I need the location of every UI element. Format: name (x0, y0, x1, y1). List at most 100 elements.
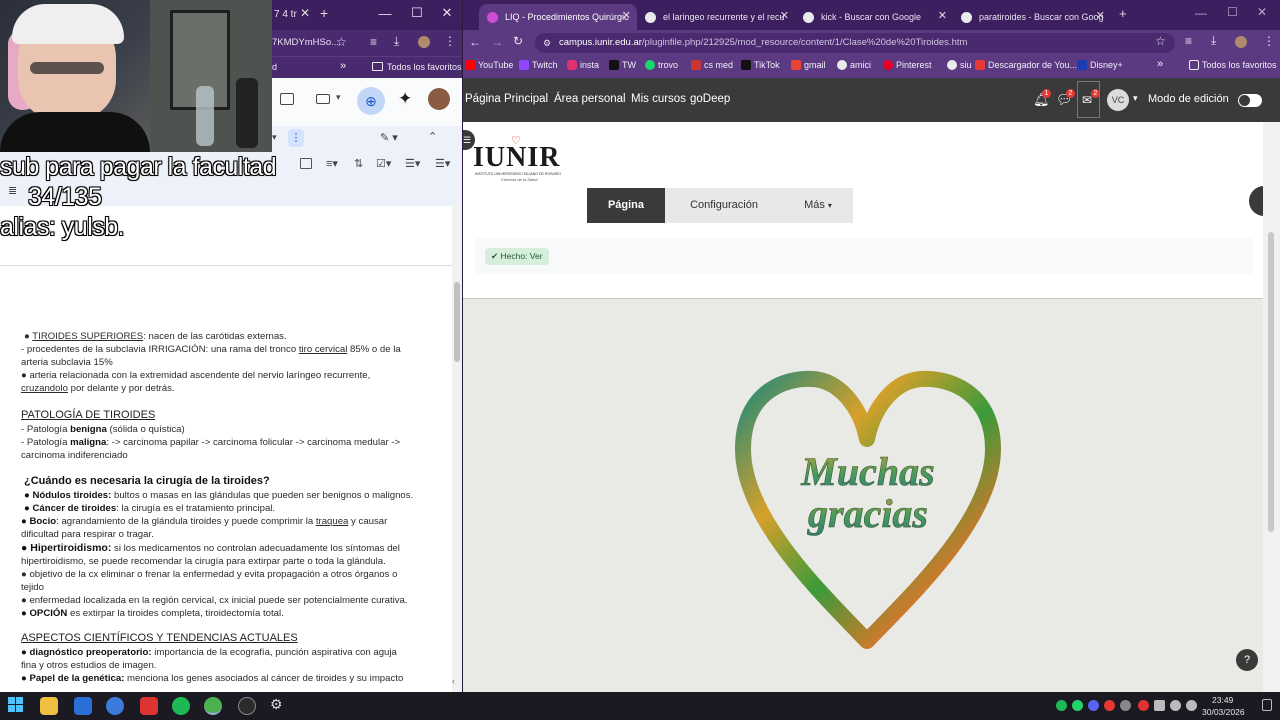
bookmark-csmed[interactable]: cs med (691, 60, 733, 70)
tab-mas[interactable]: Más ▾ (783, 188, 853, 223)
tab-paratiroides[interactable]: paratiroides - Buscar con Goog ✕ (953, 4, 1111, 30)
tab-laringeo[interactable]: el laringeo recurrente y el recu ✕ (637, 4, 795, 30)
tray-mic-icon[interactable] (1154, 700, 1165, 711)
tray-discord-icon[interactable] (1088, 700, 1099, 711)
comment-icon[interactable] (280, 93, 294, 105)
close-icon[interactable]: ✕ (780, 9, 789, 22)
nav-godeep[interactable]: goDeep (690, 93, 730, 105)
profile-avatar-icon[interactable] (1235, 36, 1247, 48)
nav-home[interactable]: Página Principal (465, 93, 548, 105)
media-icon[interactable]: ≡ (370, 35, 377, 49)
windows-start-icon[interactable] (8, 697, 24, 713)
maximize-icon[interactable]: ☐ (1227, 5, 1238, 19)
close-icon[interactable]: ✕ (622, 9, 631, 22)
url-input[interactable]: ⚙ campus.iunir.edu.ar/pluginfile.php/212… (535, 33, 1175, 53)
bookmark-tw[interactable]: TW (609, 60, 636, 70)
align-icon[interactable]: ≡▾ (326, 157, 338, 170)
scrollbar-thumb[interactable] (454, 282, 460, 362)
line-spacing-icon[interactable]: ⇅ (354, 157, 363, 170)
new-tab-icon[interactable]: + (320, 5, 328, 21)
bookmarks-overflow-icon[interactable]: » (340, 60, 346, 72)
chevron-down-icon[interactable]: ▾ (1133, 93, 1138, 104)
page-scrollbar[interactable] (1263, 122, 1280, 692)
left-tab-fragment[interactable]: 7 4 tr (274, 9, 297, 20)
bookmarks-overflow-icon[interactable]: » (1157, 58, 1163, 70)
bookmark-youtube[interactable]: YouTube (465, 60, 513, 70)
tab-configuracion[interactable]: Configuración (665, 188, 783, 223)
numbered-list-icon[interactable]: ☰▾ (435, 157, 450, 170)
nav-dashboard[interactable]: Área personal (554, 93, 626, 105)
scrollbar-thumb[interactable] (1268, 232, 1274, 532)
download-icon[interactable]: ⤓ (394, 34, 399, 49)
collapse-side-icon[interactable]: ‹ (452, 676, 455, 686)
collapse-icon[interactable]: ⌃ (428, 130, 437, 143)
bookmark-tiktok[interactable]: TikTok (741, 60, 780, 70)
download-icon[interactable]: ⤓ (1211, 33, 1216, 48)
media-app-icon[interactable] (140, 697, 158, 715)
tray-whatsapp-icon[interactable] (1072, 700, 1083, 711)
tab-pagina[interactable]: Página (587, 188, 665, 223)
all-bookmarks-folder[interactable]: Todos los favoritos (387, 62, 462, 72)
store-icon[interactable] (74, 697, 92, 715)
minimize-icon[interactable]: — (370, 6, 400, 21)
menu-dots-icon[interactable]: ⋮ (1263, 34, 1275, 48)
share-icon[interactable]: ⊕ (357, 87, 385, 115)
bookmark-insta[interactable]: insta (567, 60, 599, 70)
obs-icon[interactable] (238, 697, 256, 715)
bookmark-amici[interactable]: amici (837, 60, 871, 70)
iunir-logo[interactable]: ♡ IUNIR INSTITUTO UNIVERSITARIO ITALIANO… (473, 132, 561, 182)
forward-icon[interactable]: → (491, 35, 503, 49)
close-icon[interactable]: ✕ (300, 6, 310, 20)
more-options-icon[interactable]: ⋮ (288, 129, 304, 147)
bookmark-fragment[interactable]: d (272, 62, 277, 72)
reload-icon[interactable]: ↻ (513, 34, 523, 48)
bookmark-disney[interactable]: Disney+ (1077, 60, 1123, 70)
done-badge[interactable]: ✔ Hecho: Ver (485, 248, 549, 265)
chevron-down-icon[interactable]: ▾ (336, 92, 341, 103)
close-icon[interactable]: ✕ (938, 9, 947, 22)
bookmark-descargador[interactable]: Descargador de You... (975, 60, 1077, 70)
star-icon[interactable]: ☆ (1155, 34, 1166, 48)
tray-app-icon[interactable] (1120, 700, 1131, 711)
chevron-down-icon[interactable]: ▾ (272, 132, 277, 143)
chrome-icon[interactable] (204, 697, 222, 715)
nav-my-courses[interactable]: Mis cursos (631, 93, 686, 105)
meet-icon[interactable] (316, 94, 330, 104)
user-avatar[interactable] (428, 88, 450, 110)
tray-spotify-icon[interactable] (1056, 700, 1067, 711)
left-url-fragment[interactable]: 7KMDYmHSo... (272, 37, 339, 48)
tray-volume-icon[interactable] (1186, 700, 1197, 711)
edit-pencil-icon[interactable]: ✎ ▾ (380, 131, 398, 144)
bullet-list-icon[interactable]: ☰▾ (405, 157, 420, 170)
tray-app-icon[interactable] (1104, 700, 1115, 711)
back-icon[interactable]: ← (469, 35, 481, 49)
user-avatar[interactable]: VC (1107, 89, 1129, 111)
clock-date[interactable]: 30/03/2026 (1202, 707, 1245, 717)
bookmark-pinterest[interactable]: Pinterest (883, 60, 932, 70)
notifications-icon[interactable] (1262, 699, 1272, 711)
document-page[interactable]: ● TIROIDES SUPERIORES: nacen de las caró… (0, 206, 452, 692)
bookmark-trovo[interactable]: trovo (645, 60, 678, 70)
gemini-icon[interactable]: ✦ (398, 89, 412, 109)
profile-avatar-icon[interactable] (418, 36, 430, 48)
bookmark-gmail[interactable]: gmail (791, 60, 826, 70)
tray-app-icon[interactable] (1138, 700, 1149, 711)
settings-gear-icon[interactable]: ⚙ (270, 696, 283, 713)
all-bookmarks-folder[interactable]: Todos los favoritos (1189, 60, 1277, 70)
minimize-icon[interactable]: — (1195, 6, 1207, 20)
site-info-icon[interactable]: ⚙ (543, 33, 551, 53)
image-icon[interactable] (300, 158, 312, 169)
close-window-icon[interactable]: ✕ (432, 5, 462, 21)
media-icon[interactable]: ≡ (1185, 34, 1192, 48)
outline-icon[interactable]: ≣ (8, 184, 17, 197)
file-explorer-icon[interactable] (40, 697, 58, 715)
close-window-icon[interactable]: ✕ (1257, 5, 1267, 19)
bookmark-twitch[interactable]: Twitch (519, 60, 558, 70)
new-tab-icon[interactable]: + (1119, 6, 1127, 21)
doc-scrollbar[interactable] (452, 206, 462, 692)
tab-kick[interactable]: kick - Buscar con Google ✕ (795, 4, 953, 30)
close-icon[interactable]: ✕ (1096, 9, 1105, 22)
menu-dots-icon[interactable]: ⋮ (444, 34, 456, 48)
checklist-icon[interactable]: ☑▾ (376, 157, 391, 170)
spotify-icon[interactable] (172, 697, 190, 715)
